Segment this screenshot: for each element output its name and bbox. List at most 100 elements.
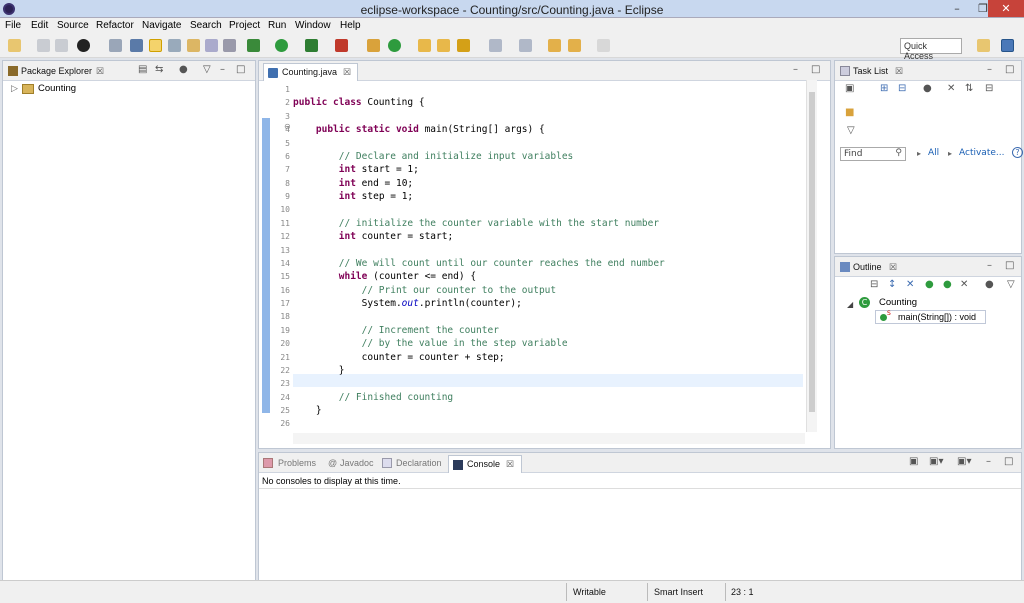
new-task-icon[interactable]: ▣ — [845, 83, 854, 94]
code-line[interactable]: // Declare and initialize input variable… — [293, 150, 665, 163]
hide-local-types-icon[interactable]: ✕ — [960, 279, 968, 290]
scheduled-icon[interactable]: ⊟ — [898, 83, 906, 94]
tree-collapse-icon[interactable]: ◢ — [847, 300, 853, 309]
collapse-all-icon[interactable]: ▤ — [138, 64, 147, 75]
outline-close-icon[interactable]: ☒ — [889, 262, 897, 273]
hide-nonpublic-icon[interactable]: ● — [943, 279, 952, 290]
code-line[interactable]: int counter = start; — [293, 230, 665, 243]
code-line[interactable]: public static void main(String[] args) { — [293, 123, 665, 136]
code-line[interactable] — [293, 377, 665, 390]
last-edit-icon[interactable] — [548, 39, 561, 52]
scroll-thumb[interactable] — [809, 92, 815, 412]
minimize-button[interactable]: – — [944, 0, 970, 17]
external-tools-icon[interactable] — [335, 39, 348, 52]
hide-static-icon[interactable]: ● — [925, 279, 934, 290]
debug-icon[interactable] — [247, 39, 260, 52]
code-line[interactable]: // Print our counter to the output — [293, 284, 665, 297]
tab-problems[interactable]: Problems — [278, 458, 316, 468]
code-line[interactable]: // by the value in the step variable — [293, 337, 665, 350]
hide-completed-icon[interactable]: ✕ — [947, 83, 955, 94]
tab-console[interactable]: Console ☒ — [448, 455, 522, 473]
minimize-view-icon[interactable]: – — [987, 64, 992, 75]
menu-file[interactable]: File — [5, 20, 21, 31]
code-line[interactable]: int start = 1; — [293, 163, 665, 176]
back-icon[interactable] — [568, 39, 581, 52]
code-line[interactable]: // Increment the counter — [293, 324, 665, 337]
save-icon[interactable] — [37, 39, 50, 52]
highlight-icon[interactable] — [149, 39, 162, 52]
tree-expand-icon[interactable]: ▷ — [11, 84, 18, 94]
new-repository-icon[interactable]: ■ — [845, 107, 854, 118]
menu-edit[interactable]: Edit — [31, 20, 48, 31]
categorized-icon[interactable]: ⊞ — [880, 83, 888, 94]
search-dropdown-icon[interactable] — [457, 39, 470, 52]
code-line[interactable]: System.out.println(counter); — [293, 297, 665, 310]
code-line[interactable]: } — [293, 404, 665, 417]
search-icon[interactable]: ⚲ — [895, 148, 902, 158]
open-task-icon[interactable] — [437, 39, 450, 52]
tree-item-counting[interactable]: Counting — [38, 83, 76, 94]
code-line[interactable]: public class Counting { — [293, 96, 665, 109]
code-editor[interactable]: public class Counting { public static vo… — [293, 83, 665, 431]
focus-icon[interactable]: ● — [923, 83, 932, 94]
collapse-all-icon[interactable]: ⊟ — [870, 279, 878, 290]
code-line[interactable]: // initialize the counter variable with … — [293, 217, 665, 230]
code-line[interactable]: // We will count until our counter reach… — [293, 257, 665, 270]
maximize-editor-icon[interactable]: □ — [811, 64, 820, 75]
package-explorer-close-icon[interactable]: ☒ — [96, 66, 104, 77]
minimize-view-icon[interactable]: – — [986, 456, 991, 467]
prev-annotation-icon[interactable] — [519, 39, 532, 52]
code-line[interactable] — [293, 137, 665, 150]
fold-marker-icon[interactable]: ⊖ — [284, 122, 291, 131]
new-icon[interactable] — [8, 39, 21, 52]
code-line[interactable] — [293, 244, 665, 257]
help-icon[interactable]: ? — [1012, 147, 1023, 158]
menu-project[interactable]: Project — [229, 20, 260, 31]
minimize-editor-icon[interactable]: – — [793, 64, 798, 75]
new-java-project-icon[interactable] — [367, 39, 380, 52]
code-line[interactable]: // Finished counting — [293, 391, 665, 404]
code-line[interactable] — [293, 310, 665, 323]
maximize-view-icon[interactable]: □ — [236, 64, 245, 75]
outline-method-row[interactable]: S main(String[]) : void — [875, 310, 986, 324]
java-perspective-icon[interactable] — [1001, 39, 1014, 52]
code-line[interactable] — [293, 417, 665, 430]
menu-help[interactable]: Help — [340, 20, 361, 31]
collapse-icon[interactable]: ⊟ — [985, 83, 993, 94]
code-line[interactable]: while (counter <= end) { — [293, 270, 665, 283]
menu-navigate[interactable]: Navigate — [142, 20, 181, 31]
forward-icon[interactable] — [597, 39, 610, 52]
code-line[interactable]: int end = 10; — [293, 177, 665, 190]
task-list-close-icon[interactable]: ☒ — [895, 66, 903, 77]
link-editor-icon[interactable]: ⇆ — [155, 64, 163, 75]
tab-javadoc[interactable]: Javadoc — [340, 458, 374, 468]
minimize-view-icon[interactable]: – — [220, 64, 225, 75]
task-find-field[interactable]: Find ⚲ — [840, 147, 906, 161]
focus-icon[interactable]: ● — [985, 279, 994, 290]
new-class-icon[interactable] — [388, 39, 401, 52]
filter-all-link[interactable]: All — [928, 148, 939, 158]
menu-run[interactable]: Run — [268, 20, 286, 31]
skip-breakpoints-icon[interactable] — [109, 39, 122, 52]
outline-class[interactable]: Counting — [879, 297, 917, 308]
minimize-view-icon[interactable]: – — [987, 260, 992, 271]
maximize-view-icon[interactable]: □ — [1005, 260, 1014, 271]
show-whitespace-icon[interactable] — [223, 39, 236, 52]
coverage-icon[interactable] — [305, 39, 318, 52]
activate-link[interactable]: Activate... — [959, 148, 1004, 158]
focus-task-icon[interactable]: ● — [179, 64, 188, 75]
horizontal-scrollbar[interactable] — [293, 433, 805, 444]
sort-icon[interactable]: ↕ — [888, 279, 896, 290]
editor-tab-close-icon[interactable]: ☒ — [343, 67, 351, 77]
console-close-icon[interactable]: ☒ — [506, 459, 514, 469]
vertical-scrollbar[interactable] — [806, 80, 817, 432]
quick-access-field[interactable]: Quick Access — [900, 38, 962, 61]
search-icon[interactable] — [168, 39, 181, 52]
save-all-icon[interactable] — [55, 39, 68, 52]
new-console-icon[interactable]: ▣▾ — [957, 456, 971, 467]
display-console-icon[interactable]: ▣▾ — [929, 456, 943, 467]
tab-declaration[interactable]: Declaration — [396, 458, 442, 468]
toggle-mark-icon[interactable] — [130, 39, 143, 52]
menu-search[interactable]: Search — [190, 20, 222, 31]
maximize-view-icon[interactable]: □ — [1005, 64, 1014, 75]
